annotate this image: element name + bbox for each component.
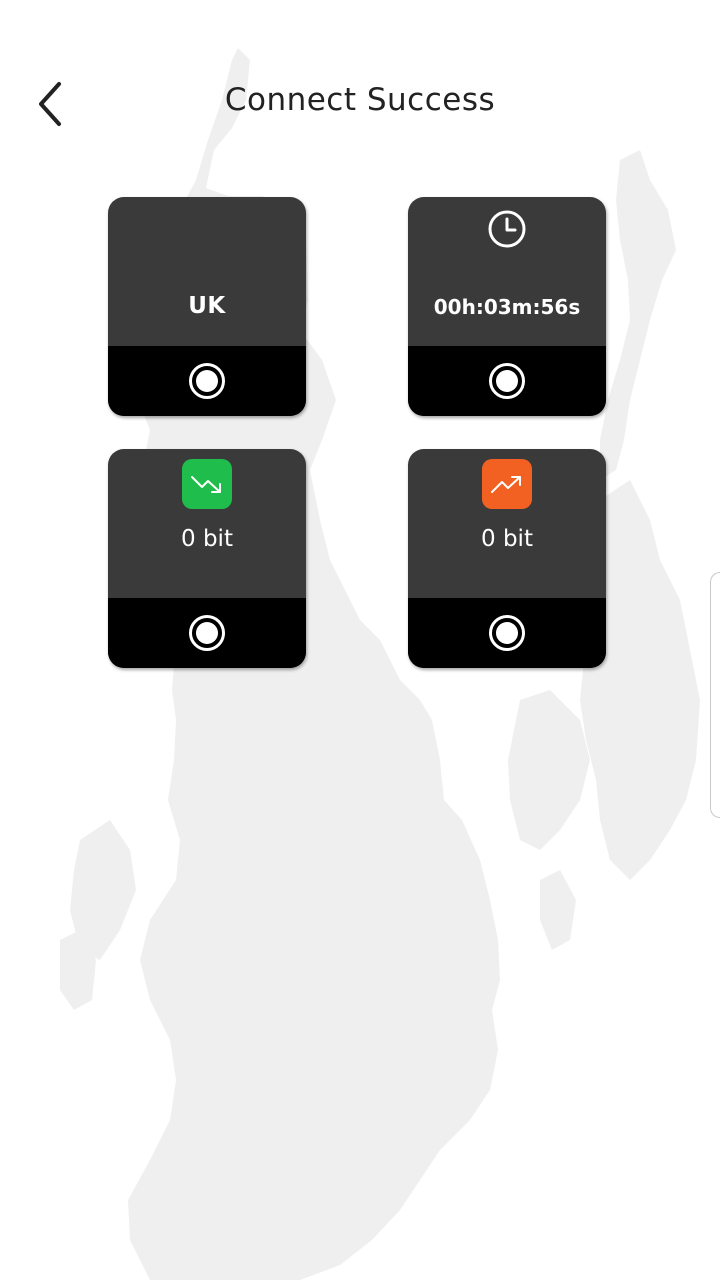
upload-select-radio[interactable] <box>489 615 525 651</box>
clock-icon <box>488 210 526 248</box>
trend-up-icon <box>482 459 532 509</box>
card-footer <box>108 346 306 416</box>
location-select-radio[interactable] <box>189 363 225 399</box>
header-bar: Connect Success <box>0 60 720 150</box>
upload-card[interactable]: 0 bit <box>408 449 606 668</box>
download-select-radio[interactable] <box>189 615 225 651</box>
card-footer <box>408 598 606 668</box>
download-value: 0 bit <box>181 526 233 552</box>
connection-duration: 00h:03m:56s <box>433 295 581 319</box>
duration-select-radio[interactable] <box>489 363 525 399</box>
duration-card[interactable]: 00h:03m:56s <box>408 197 606 416</box>
trend-down-icon <box>182 459 232 509</box>
card-footer <box>408 346 606 416</box>
page-title: Connect Success <box>224 82 496 118</box>
edge-panel-handle[interactable] <box>710 572 720 818</box>
card-footer <box>108 598 306 668</box>
location-label: UK <box>188 293 226 319</box>
download-card[interactable]: 0 bit <box>108 449 306 668</box>
location-card[interactable]: UK <box>108 197 306 416</box>
upload-value: 0 bit <box>481 526 533 552</box>
